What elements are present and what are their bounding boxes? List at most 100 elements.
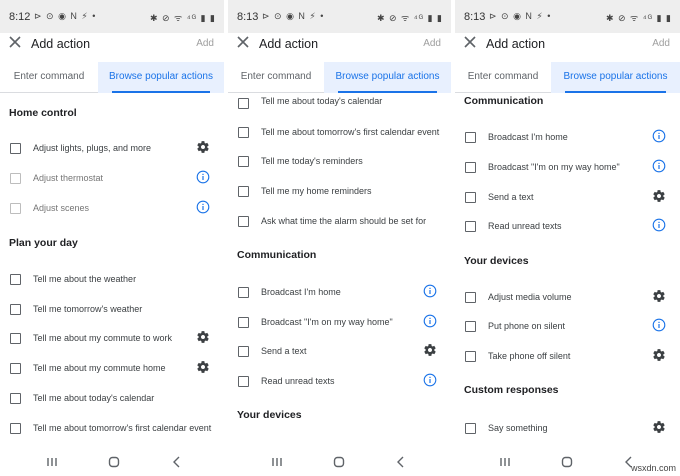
checkbox[interactable]: [10, 333, 21, 344]
list-item[interactable]: Tell me about today's calendar: [228, 95, 451, 115]
info-icon[interactable]: [652, 159, 666, 173]
system-nav-bar: [228, 447, 451, 476]
list-item[interactable]: Read unread texts: [455, 218, 680, 238]
info-icon[interactable]: [652, 218, 666, 232]
gear-icon[interactable]: [652, 420, 666, 434]
list-item[interactable]: Adjust scenes: [0, 200, 224, 220]
checkbox[interactable]: [10, 173, 21, 184]
checkbox[interactable]: [465, 321, 476, 332]
list-item[interactable]: Tell me about today's calendar: [0, 390, 224, 410]
list-item[interactable]: Take phone off silent: [455, 348, 680, 368]
checkbox[interactable]: [238, 216, 249, 227]
list-item[interactable]: Tell me tomorrow's weather: [0, 301, 224, 321]
list-item[interactable]: Ask what time the alarm should be set fo…: [228, 213, 451, 233]
info-icon[interactable]: [196, 170, 210, 184]
checkbox[interactable]: [10, 393, 21, 404]
gear-icon[interactable]: [196, 330, 210, 344]
checkbox[interactable]: [10, 203, 21, 214]
tab-enter-command[interactable]: Enter command: [455, 62, 551, 93]
list-item[interactable]: Tell me about my commute to work: [0, 330, 224, 350]
list-item[interactable]: Adjust media volume: [455, 289, 680, 309]
gear-icon[interactable]: [652, 289, 666, 303]
list-item[interactable]: Broadcast "I'm on my way home": [455, 159, 680, 179]
home-icon[interactable]: [107, 455, 121, 469]
add-button[interactable]: Add: [652, 38, 670, 49]
list-item[interactable]: Tell me about tomorrow's first calendar …: [0, 420, 224, 440]
item-label: Adjust media volume: [488, 292, 572, 302]
list-item[interactable]: Tell me my home reminders: [228, 183, 451, 203]
list-item[interactable]: Tell me about the weather: [0, 271, 224, 291]
back-icon[interactable]: [394, 455, 408, 469]
gear-icon[interactable]: [423, 343, 437, 357]
page-title: Add action: [259, 37, 319, 51]
tab-browse-popular-actions[interactable]: Browse popular actions: [551, 62, 680, 93]
tab-browse-popular-actions[interactable]: Browse popular actions: [98, 62, 224, 93]
status-time: 8:12: [9, 11, 31, 23]
tab-enter-command[interactable]: Enter command: [228, 62, 324, 93]
gear-icon[interactable]: [652, 189, 666, 203]
checkbox[interactable]: [465, 192, 476, 203]
gear-icon[interactable]: [196, 140, 210, 154]
system-status-icons: ✱ ⊘ ᯤ ⁴ᴳ ▮ ▮: [149, 13, 216, 23]
item-label: Say something: [488, 423, 548, 433]
home-icon[interactable]: [560, 455, 574, 469]
home-icon[interactable]: [332, 455, 346, 469]
checkbox[interactable]: [238, 287, 249, 298]
checkbox[interactable]: [465, 292, 476, 303]
list-item[interactable]: Adjust thermostat: [0, 170, 224, 190]
info-icon[interactable]: [652, 129, 666, 143]
recent-apps-icon[interactable]: [45, 455, 59, 469]
info-icon[interactable]: [423, 284, 437, 298]
item-label: Tell me my home reminders: [261, 186, 372, 196]
list-item[interactable]: Tell me about my commute home: [0, 360, 224, 380]
list-item[interactable]: Broadcast I'm home: [228, 284, 451, 304]
checkbox[interactable]: [10, 363, 21, 374]
list-item[interactable]: Say something: [455, 420, 680, 440]
checkbox[interactable]: [465, 162, 476, 173]
item-label: Broadcast "I'm on my way home": [261, 317, 393, 327]
list-item[interactable]: Send a text: [228, 343, 451, 363]
recent-apps-icon[interactable]: [498, 455, 512, 469]
info-icon[interactable]: [423, 314, 437, 328]
back-icon[interactable]: [170, 455, 184, 469]
list-item[interactable]: Read unread texts: [228, 373, 451, 393]
info-icon[interactable]: [423, 373, 437, 387]
checkbox[interactable]: [10, 274, 21, 285]
checkbox[interactable]: [10, 143, 21, 154]
tab-enter-command[interactable]: Enter command: [0, 62, 98, 93]
recent-apps-icon[interactable]: [270, 455, 284, 469]
list-item[interactable]: Send a text: [455, 189, 680, 209]
screenshot-collage: 8:12 ⊳ ⊙ ◉ N ⚡ • ✱ ⊘ ᯤ ⁴ᴳ ▮ ▮ Add action…: [0, 0, 680, 476]
checkbox[interactable]: [238, 317, 249, 328]
checkbox[interactable]: [238, 346, 249, 357]
checkbox[interactable]: [465, 423, 476, 434]
close-icon[interactable]: [8, 35, 22, 49]
list-item[interactable]: Adjust lights, plugs, and more: [0, 140, 224, 160]
checkbox[interactable]: [238, 98, 249, 109]
tab-browse-popular-actions[interactable]: Browse popular actions: [324, 62, 451, 93]
checkbox[interactable]: [238, 376, 249, 387]
system-status-icons: ✱ ⊘ ᯤ ⁴ᴳ ▮ ▮: [605, 13, 672, 23]
list-item[interactable]: Put phone on silent: [455, 318, 680, 338]
checkbox[interactable]: [10, 423, 21, 434]
checkbox[interactable]: [465, 351, 476, 362]
list-item[interactable]: Broadcast I'm home: [455, 129, 680, 149]
gear-icon[interactable]: [196, 360, 210, 374]
checkbox[interactable]: [238, 186, 249, 197]
info-icon[interactable]: [196, 200, 210, 214]
checkbox[interactable]: [465, 132, 476, 143]
list-item[interactable]: Broadcast "I'm on my way home": [228, 314, 451, 334]
list-item[interactable]: Tell me today's reminders: [228, 153, 451, 173]
list-item[interactable]: Tell me about tomorrow's first calendar …: [228, 124, 451, 144]
gear-icon[interactable]: [652, 348, 666, 362]
item-label: Read unread texts: [488, 221, 562, 231]
checkbox[interactable]: [238, 156, 249, 167]
checkbox[interactable]: [10, 304, 21, 315]
close-icon[interactable]: [463, 35, 477, 49]
checkbox[interactable]: [238, 127, 249, 138]
info-icon[interactable]: [652, 318, 666, 332]
add-button[interactable]: Add: [196, 38, 214, 49]
checkbox[interactable]: [465, 221, 476, 232]
add-button[interactable]: Add: [423, 38, 441, 49]
close-icon[interactable]: [236, 35, 250, 49]
